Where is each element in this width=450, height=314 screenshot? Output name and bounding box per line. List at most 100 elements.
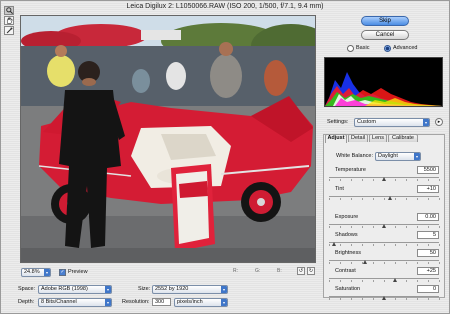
slider-track[interactable] <box>329 224 440 228</box>
slider-tick <box>428 280 429 282</box>
slider-tick <box>362 198 363 200</box>
skip-button[interactable]: Skip <box>361 16 409 26</box>
slider-tick <box>362 298 363 300</box>
settings-select[interactable]: Custom ▾ <box>354 118 430 127</box>
slider-tick <box>395 244 396 246</box>
slider-track[interactable] <box>329 278 440 282</box>
slider-tick <box>439 298 440 300</box>
slider-value-field[interactable]: 0 <box>417 285 439 293</box>
camera-raw-dialog: Leica Digilux 2: L1050066.RAW (ISO 200, … <box>0 0 450 314</box>
slider-tick <box>362 244 363 246</box>
slider-label: Exposure <box>335 214 359 220</box>
slider-tick <box>395 298 396 300</box>
slider-tick <box>329 280 330 282</box>
basic-label: Basic <box>356 45 370 51</box>
slider-tick <box>417 179 418 181</box>
tab-lens[interactable]: Lens <box>369 134 387 142</box>
resolution-unit-select[interactable]: pixels/inch ▾ <box>174 298 228 307</box>
slider-thumb[interactable] <box>362 260 368 264</box>
slider-track[interactable] <box>329 242 440 246</box>
slider-value-field[interactable]: +25 <box>417 267 439 275</box>
zoom-level-select[interactable]: 24.8% ▾ <box>21 268 51 277</box>
slider-tick <box>384 262 385 264</box>
zoom-tool-icon[interactable] <box>4 6 14 15</box>
space-label: Space: <box>18 286 36 292</box>
slider-thumb[interactable] <box>381 224 387 228</box>
white-balance-value: Daylight <box>378 153 398 159</box>
slider-value-field[interactable]: 5500 <box>417 166 439 174</box>
slider-row-brightness: Brightness 50 <box>323 249 445 267</box>
advanced-radio[interactable] <box>384 45 391 52</box>
slider-tick <box>351 244 352 246</box>
rotate-right-button[interactable]: ↻ <box>307 267 315 275</box>
slider-row-shadows: Shadows 5 <box>323 231 445 249</box>
white-balance-select[interactable]: Daylight ▾ <box>375 152 421 161</box>
slider-tick <box>417 262 418 264</box>
slider-label: Tint <box>335 186 344 192</box>
slider-thumb[interactable] <box>381 177 387 181</box>
slider-value-field[interactable]: 0.00 <box>417 213 439 221</box>
resolution-label: Resolution: <box>122 299 150 305</box>
slider-tick <box>428 179 429 181</box>
slider-tick <box>439 226 440 228</box>
slider-tick <box>351 179 352 181</box>
slider-thumb[interactable] <box>388 196 393 200</box>
size-label: Size: <box>138 286 151 292</box>
settings-menu-button[interactable]: ▸ <box>435 118 443 126</box>
slider-track[interactable] <box>329 260 440 264</box>
space-select[interactable]: Adobe RGB (1998) ▾ <box>38 285 112 294</box>
slider-value-field[interactable]: +10 <box>417 185 439 193</box>
preview-checkbox[interactable]: ✓ <box>59 269 66 276</box>
settings-label: Settings: <box>327 119 349 125</box>
slider-tick <box>362 179 363 181</box>
tab-adjust[interactable]: Adjust <box>325 134 347 143</box>
advanced-label: Advanced <box>393 45 418 51</box>
resolution-unit-value: pixels/inch <box>177 299 203 305</box>
toolbar <box>4 6 14 36</box>
slider-track[interactable] <box>329 177 440 181</box>
size-select[interactable]: 2552 by 1920 ▾ <box>152 285 228 294</box>
slider-tick <box>417 244 418 246</box>
slider-label: Contrast <box>335 268 356 274</box>
slider-tick <box>351 298 352 300</box>
adjust-sliders: Temperature 5500 Tint +10 Exposure 0.00 Shadow… <box>323 164 445 300</box>
slider-tick <box>428 298 429 300</box>
slider-tick <box>340 226 341 228</box>
slider-row-temperature: Temperature 5500 <box>323 166 445 184</box>
slider-track[interactable] <box>329 296 440 300</box>
tab-detail[interactable]: Detail <box>348 134 368 142</box>
eyedropper-tool-icon[interactable] <box>4 26 14 35</box>
slider-tick <box>340 179 341 181</box>
slider-thumb[interactable] <box>381 296 387 300</box>
slider-tick <box>329 198 330 200</box>
rotate-left-icon: ↺ <box>298 268 304 274</box>
chevron-down-icon: ▾ <box>414 153 420 160</box>
chevron-down-icon: ▾ <box>105 286 111 293</box>
image-preview[interactable] <box>20 15 316 263</box>
slider-tick <box>406 280 407 282</box>
slider-tick <box>329 226 330 228</box>
depth-select[interactable]: 8 Bits/Channel ▾ <box>38 298 112 307</box>
resolution-input[interactable]: 300 <box>152 298 171 306</box>
slider-value-field[interactable]: 50 <box>417 249 439 257</box>
slider-tick <box>439 262 440 264</box>
space-value: Adobe RGB (1998) <box>41 286 88 292</box>
g-readout-label: G: <box>255 268 261 274</box>
cancel-button[interactable]: Cancel <box>361 30 409 40</box>
depth-value: 8 Bits/Channel <box>41 299 77 305</box>
slider-label: Saturation <box>335 286 361 292</box>
slider-track[interactable] <box>329 196 440 200</box>
slider-thumb[interactable] <box>392 278 398 282</box>
slider-value-field[interactable]: 5 <box>417 231 439 239</box>
tab-calibrate[interactable]: Calibrate <box>388 134 418 142</box>
rotate-left-button[interactable]: ↺ <box>297 267 305 275</box>
chevron-down-icon: ▾ <box>221 286 227 293</box>
hand-tool-icon[interactable] <box>4 16 14 25</box>
slider-tick <box>417 298 418 300</box>
basic-radio[interactable] <box>347 45 354 52</box>
slider-tick <box>406 262 407 264</box>
slider-tick <box>384 198 385 200</box>
chevron-down-icon: ▾ <box>221 299 227 306</box>
slider-tick <box>373 198 374 200</box>
slider-thumb[interactable] <box>332 242 337 246</box>
